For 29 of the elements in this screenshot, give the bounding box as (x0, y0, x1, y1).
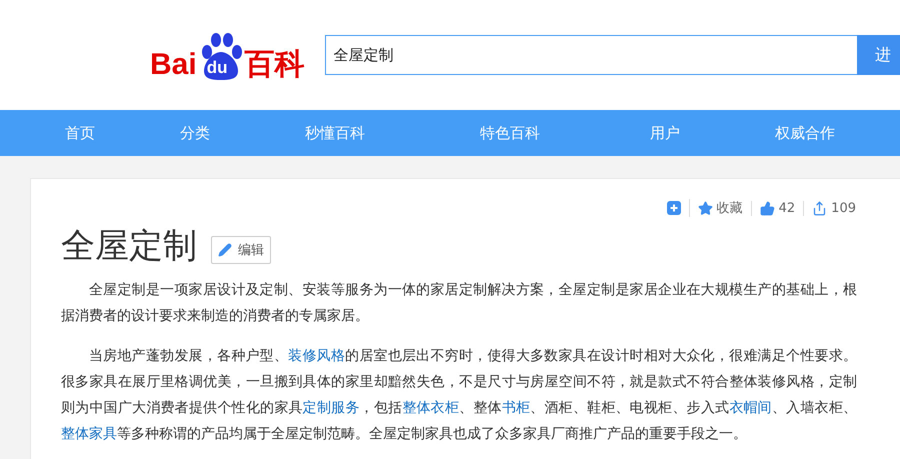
nav-link[interactable]: 分类 (180, 124, 210, 142)
like-action[interactable]: 42 (750, 200, 804, 216)
share-icon (812, 200, 828, 216)
pencil-icon (218, 243, 232, 257)
star-icon (698, 200, 713, 216)
favorite-action[interactable]: 收藏 (688, 199, 751, 217)
nav-link[interactable]: 秒懂百科 (305, 124, 365, 142)
logo-text: Bai (150, 50, 197, 80)
nav-link[interactable]: 用户 (650, 124, 680, 142)
nav-link[interactable]: 首页 (65, 124, 95, 142)
article-link[interactable]: 衣帽间 (729, 400, 772, 416)
thumbs-up-icon (760, 200, 775, 216)
article-link[interactable]: 整体衣柜 (402, 400, 460, 416)
paragraph: 当房地产蓬勃发展，各种户型、装修风格的居室也层出不穷时，使得大多数家具在设计时相对大众化，很难满足个性要求。很多家具在展厅里格调优美，一旦搬到具体的家里却黯然失色，不是尺寸与房屋空间不符，就是款式不符合整体装修风格，定制则为中国广大消费者提供个性化的家具定制服务，包括整体衣柜、整体书柜、酒柜、鞋柜、电视柜、步入式衣帽间、入墙衣柜、 整体家具等多种称谓的产品均属于全屋定制范畴。全屋定制家具也成了众多家具厂商推广产品的重要手段之一。 (61, 347, 857, 444)
nav-link[interactable]: 权威合作 (775, 124, 835, 142)
article-link[interactable]: 定制服务 (302, 400, 360, 416)
article-link[interactable]: 整体家具 (61, 426, 117, 442)
logo-text: 百科 (244, 50, 305, 80)
search-field[interactable]: 全屋定制 (324, 35, 857, 75)
nav-link[interactable]: 特色百科 (480, 124, 540, 142)
paragraph: 全屋定制是一项家居设计及定制、安装等服务为一体的家居定制解决方案，全屋定制是家居企业在大规模生产的基础上，根据消费者的设计要求来制造的消费者的专属家居。 (61, 281, 857, 326)
logo-text: du (206, 59, 228, 76)
article-link[interactable]: 装修风格 (288, 348, 346, 364)
enter-button[interactable]: 进 (857, 35, 900, 75)
edit-button[interactable]: 编辑 (211, 236, 271, 264)
article-title: 全屋定制 (61, 225, 197, 268)
article-link[interactable]: 书柜 (502, 400, 530, 416)
share-action[interactable]: 109 (803, 200, 864, 216)
add-icon (666, 201, 681, 215)
